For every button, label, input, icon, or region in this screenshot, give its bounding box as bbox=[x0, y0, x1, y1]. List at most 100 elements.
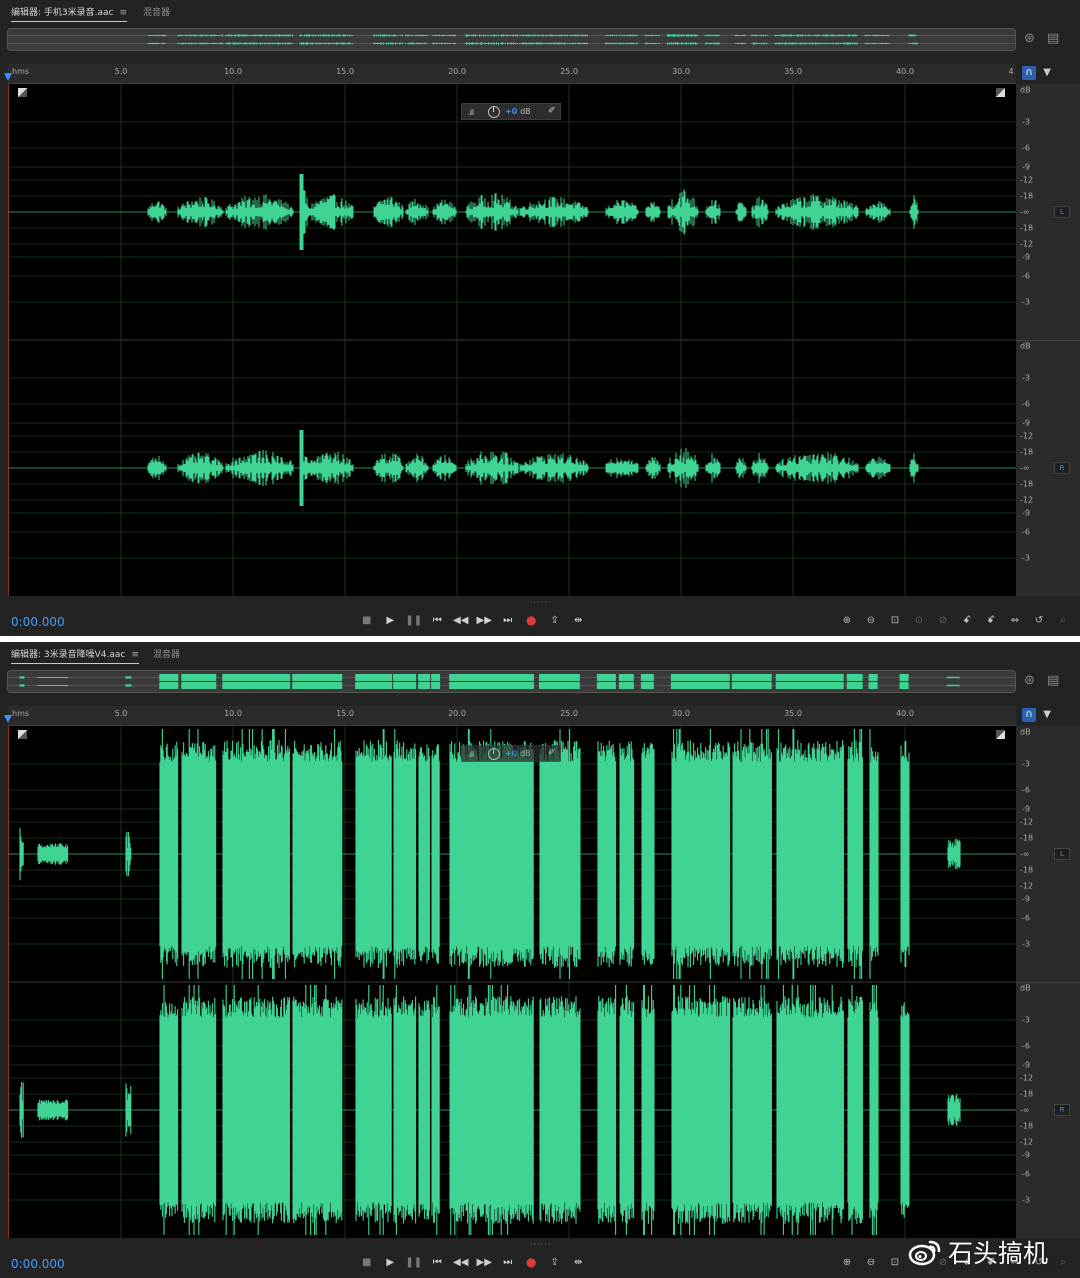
zoom-in-selection-button[interactable]: ⊙ bbox=[907, 615, 931, 626]
pin-icon[interactable]: ▼ bbox=[1043, 67, 1051, 78]
zoom-out-full-button[interactable]: ⇔ bbox=[1003, 615, 1027, 626]
time-tick: 15.0 bbox=[336, 67, 354, 76]
tab-editor[interactable]: 编辑器: 3米录音降噪V4.aac ≡ bbox=[11, 647, 139, 664]
db-label: -12 bbox=[1020, 495, 1034, 505]
pause-button[interactable]: ❚❚ bbox=[402, 615, 426, 626]
skip-selection-button[interactable]: ⇹ bbox=[567, 1257, 591, 1268]
loop-playback-button[interactable]: ⇪ bbox=[543, 615, 567, 626]
speaker-icon[interactable]: ⊛ bbox=[1024, 31, 1035, 46]
headphones-icon[interactable]: ∩ bbox=[1022, 66, 1036, 80]
hud-pin-icon[interactable]: ✐ bbox=[548, 106, 556, 116]
loop-playback-button[interactable]: ⇪ bbox=[543, 1257, 567, 1268]
zoom-in-time-button[interactable]: ꗃ bbox=[955, 615, 979, 626]
channel-left-badge[interactable]: L bbox=[1054, 848, 1070, 860]
level-bars-icon: .ıll bbox=[468, 108, 474, 117]
panel-menu-icon[interactable]: ≡ bbox=[131, 650, 139, 660]
db-label: -3 bbox=[1022, 117, 1030, 127]
waveform-right-channel bbox=[147, 430, 919, 506]
db-label: -18 bbox=[1020, 833, 1034, 843]
zoom-out-time-button[interactable]: ꗄ bbox=[979, 615, 1003, 626]
fast-forward-button[interactable]: ▶▶ bbox=[473, 1257, 497, 1268]
current-time-display[interactable]: 0:00.000 bbox=[11, 1257, 65, 1271]
zoom-inspect-button[interactable]: ⌕ bbox=[1051, 615, 1075, 626]
zoom-corner-left-icon[interactable] bbox=[18, 730, 27, 739]
tab-mixer[interactable]: 混音器 bbox=[153, 647, 180, 660]
rewind-button[interactable]: ◀◀ bbox=[449, 1257, 473, 1268]
list-icon[interactable]: ▤ bbox=[1047, 31, 1059, 46]
zoom-in-amplitude-button[interactable]: ⊕ bbox=[835, 615, 859, 626]
zoom-corner-right-icon[interactable] bbox=[996, 88, 1005, 97]
zoom-out-selection-button[interactable]: ⊘ bbox=[931, 615, 955, 626]
zoom-full-button[interactable]: ⊡ bbox=[883, 615, 907, 626]
headphones-icon[interactable]: ∩ bbox=[1022, 708, 1036, 722]
stop-button[interactable]: ■ bbox=[355, 1257, 379, 1268]
play-button[interactable]: ▶ bbox=[379, 615, 403, 626]
waveform-display[interactable] bbox=[8, 84, 1016, 596]
editor-tab-label: 编辑器: 手机3米录音.aac bbox=[11, 8, 114, 18]
waveform-right-channel bbox=[19, 985, 961, 1235]
overview-wave bbox=[8, 674, 1015, 689]
resize-grip-icon[interactable]: ······ bbox=[530, 1240, 551, 1249]
waveform-left-channel bbox=[19, 729, 961, 979]
skip-selection-button[interactable]: ⇹ bbox=[567, 615, 591, 626]
waveform-overview[interactable] bbox=[7, 670, 1016, 693]
db-label: -12 bbox=[1020, 175, 1034, 185]
record-button[interactable]: ● bbox=[520, 613, 544, 627]
zoom-corner-left-icon[interactable] bbox=[18, 88, 27, 97]
speaker-icon[interactable]: ⊛ bbox=[1024, 673, 1035, 688]
volume-knob[interactable] bbox=[488, 748, 500, 760]
playhead-line[interactable] bbox=[8, 84, 9, 596]
stop-button[interactable]: ■ bbox=[355, 615, 379, 626]
zoom-reset-button[interactable]: ↺ bbox=[1027, 615, 1051, 626]
zoom-full-button[interactable]: ⊡ bbox=[883, 1257, 907, 1268]
list-icon[interactable]: ▤ bbox=[1047, 673, 1059, 688]
time-tick: 10.0 bbox=[224, 709, 242, 718]
transport-controls: ■ ▶ ❚❚ ⏮ ◀◀ ▶▶ ⏭ ● ⇪ ⇹ bbox=[355, 1254, 590, 1270]
db-label: -∞ bbox=[1020, 463, 1030, 473]
transport-controls: ■ ▶ ❚❚ ⏮ ◀◀ ▶▶ ⏭ ● ⇪ ⇹ bbox=[355, 612, 590, 628]
tab-editor[interactable]: 编辑器: 手机3米录音.aac ≡ bbox=[11, 5, 128, 22]
fast-forward-button[interactable]: ▶▶ bbox=[473, 615, 497, 626]
zoom-corner-right-icon[interactable] bbox=[996, 730, 1005, 739]
db-label: -12 bbox=[1020, 1137, 1034, 1147]
tab-mixer[interactable]: 混音器 bbox=[143, 5, 170, 18]
channel-right-badge[interactable]: R bbox=[1054, 462, 1070, 474]
go-to-end-button[interactable]: ⏭ bbox=[496, 1257, 520, 1268]
panel-tabs: 编辑器: 手机3米录音.aac ≡ 混音器 bbox=[0, 0, 1080, 22]
pin-icon[interactable]: ▼ bbox=[1043, 709, 1051, 720]
overview-wave bbox=[8, 34, 1015, 45]
db-label: -3 bbox=[1022, 759, 1030, 769]
volume-knob[interactable] bbox=[488, 106, 500, 118]
pause-button[interactable]: ❚❚ bbox=[402, 1257, 426, 1268]
panel-menu-icon[interactable]: ≡ bbox=[119, 8, 127, 18]
time-ruler[interactable]: hms 5.0 10.0 15.0 20.0 25.0 30.0 35.0 40… bbox=[8, 706, 1016, 726]
playhead-line[interactable] bbox=[8, 726, 9, 1238]
zoom-out-amplitude-button[interactable]: ⊖ bbox=[859, 1257, 883, 1268]
transport-bar: ······ 0:00.000 ■ ▶ ❚❚ ⏮ ◀◀ ▶▶ ⏭ ● ⇪ ⇹ ⊕… bbox=[0, 596, 1080, 636]
db-label: -6 bbox=[1022, 143, 1030, 153]
amplitude-hud[interactable]: .ıll +0 dB ✐ bbox=[461, 745, 561, 762]
go-to-start-button[interactable]: ⏮ bbox=[426, 615, 450, 626]
channel-right-badge[interactable]: R bbox=[1054, 1104, 1070, 1116]
hud-pin-icon[interactable]: ✐ bbox=[548, 748, 556, 758]
waveform-overview[interactable] bbox=[7, 28, 1016, 51]
go-to-start-button[interactable]: ⏮ bbox=[426, 1257, 450, 1268]
db-label: -∞ bbox=[1020, 849, 1030, 859]
channel-left-badge[interactable]: L bbox=[1054, 206, 1070, 218]
rewind-button[interactable]: ◀◀ bbox=[449, 615, 473, 626]
waveform-display[interactable] bbox=[8, 726, 1016, 1238]
waveform-svg bbox=[8, 726, 1016, 1238]
current-time-display[interactable]: 0:00.000 bbox=[11, 615, 65, 629]
time-ruler[interactable]: hms 5.0 10.0 15.0 20.0 25.0 30.0 35.0 40… bbox=[8, 64, 1016, 84]
zoom-out-amplitude-button[interactable]: ⊖ bbox=[859, 615, 883, 626]
amplitude-hud[interactable]: .ıll +0 dB ✐ bbox=[461, 103, 561, 120]
resize-grip-icon[interactable]: ······ bbox=[530, 598, 551, 607]
play-button[interactable]: ▶ bbox=[379, 1257, 403, 1268]
zoom-in-amplitude-button[interactable]: ⊕ bbox=[835, 1257, 859, 1268]
zoom-inspect-button[interactable]: ⌕ bbox=[1051, 1257, 1075, 1268]
go-to-end-button[interactable]: ⏭ bbox=[496, 615, 520, 626]
playhead-marker[interactable] bbox=[4, 715, 12, 723]
record-button[interactable]: ● bbox=[520, 1255, 544, 1269]
playhead-marker[interactable] bbox=[4, 73, 12, 81]
db-label: -9 bbox=[1022, 162, 1030, 172]
